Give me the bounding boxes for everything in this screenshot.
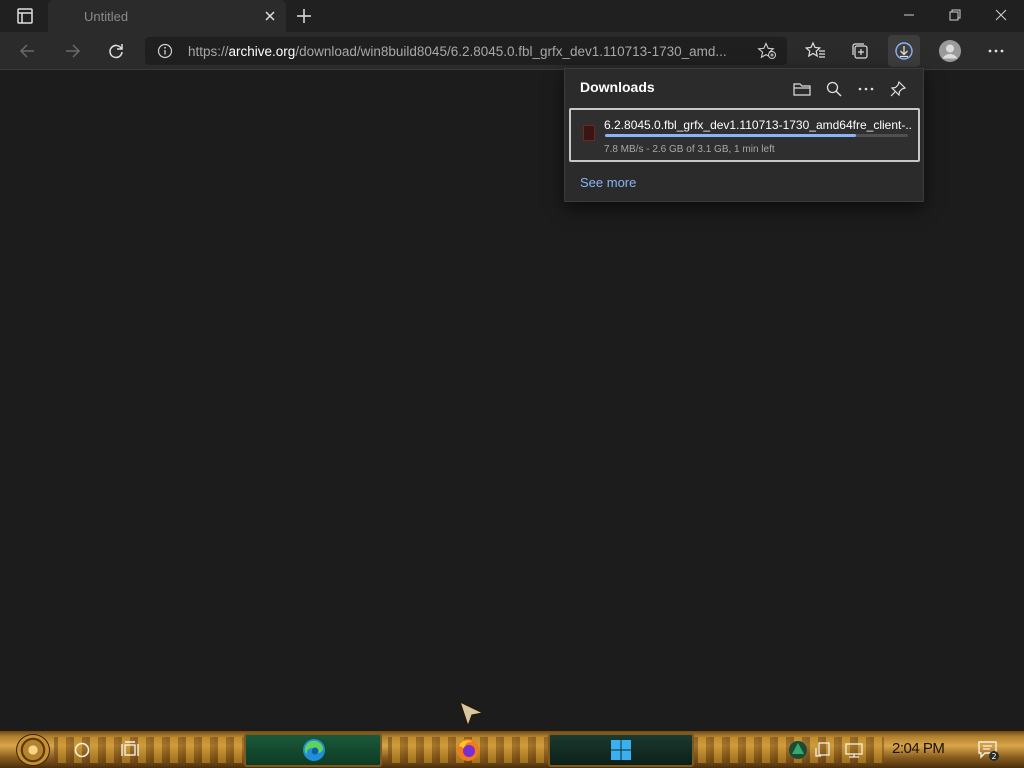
tab-strip: Untitled [0,0,1024,32]
plus-icon[interactable] [292,4,316,28]
tab-title: Untitled [84,9,129,24]
edge-icon [300,736,328,764]
search-circle-icon[interactable] [68,736,96,764]
tray-device-icon[interactable] [810,736,838,764]
forward-icon[interactable] [58,37,86,65]
url-prefix: https:// [188,44,229,59]
refresh-icon[interactable] [102,37,130,65]
tab-actions-icon[interactable] [8,6,40,26]
browser-tab[interactable]: Untitled [48,0,286,32]
download-progress-bar [605,134,908,137]
address-bar[interactable]: https://archive.org/download/win8build80… [145,37,787,65]
close-window-icon[interactable] [978,0,1024,32]
windows-logo-icon [607,736,635,764]
info-icon[interactable] [157,43,173,64]
more-options-icon[interactable] [854,77,878,101]
url-text[interactable]: https://archive.org/download/win8build80… [188,44,748,59]
taskbar-item-windows[interactable] [548,733,694,767]
navigation-toolbar: https://archive.org/download/win8build80… [0,32,1024,70]
download-progress-fill [605,134,857,137]
close-icon[interactable] [262,8,278,24]
notification-count: 2 [991,752,996,761]
taskbar-item-edge[interactable] [244,733,382,767]
taskbar: 2:04 PM 2 [0,730,1024,768]
downloads-title: Downloads [580,79,655,95]
more-icon[interactable] [982,37,1010,65]
restore-icon[interactable] [932,0,978,32]
task-view-icon[interactable] [116,736,144,764]
folder-icon[interactable] [790,77,814,101]
downloads-flyout: Downloads 6.2.8045.0.fbl_grfx_dev1.11071… [564,68,924,202]
profile-icon[interactable] [936,37,964,65]
collections-icon[interactable] [846,37,874,65]
download-icon[interactable] [888,35,920,67]
tray-app-icon[interactable] [784,736,812,764]
firefox-icon[interactable] [454,736,482,764]
back-icon[interactable] [14,37,42,65]
network-icon[interactable] [840,736,868,764]
mouse-cursor-icon [458,700,486,728]
search-icon[interactable] [822,77,846,101]
add-favorite-icon[interactable] [757,42,777,65]
url-host: archive.org [228,44,296,59]
download-item[interactable]: 6.2.8045.0.fbl_grfx_dev1.110713-1730_amd… [569,108,920,162]
notification-icon[interactable]: 2 [976,738,1000,762]
file-icon [583,125,595,141]
taskbar-clock[interactable]: 2:04 PM [892,740,945,757]
favorites-icon[interactable] [802,37,830,65]
minimize-icon[interactable] [886,0,932,32]
url-path: /download/win8build8045/6.2.8045.0.fbl_g… [295,44,727,59]
pin-icon[interactable] [886,77,910,101]
download-status: 7.8 MB/s - 2.6 GB of 3.1 GB, 1 min left [604,144,775,155]
start-button[interactable] [16,734,50,766]
download-filename: 6.2.8045.0.fbl_grfx_dev1.110713-1730_amd… [604,118,912,132]
see-more-link[interactable]: See more [580,175,636,190]
